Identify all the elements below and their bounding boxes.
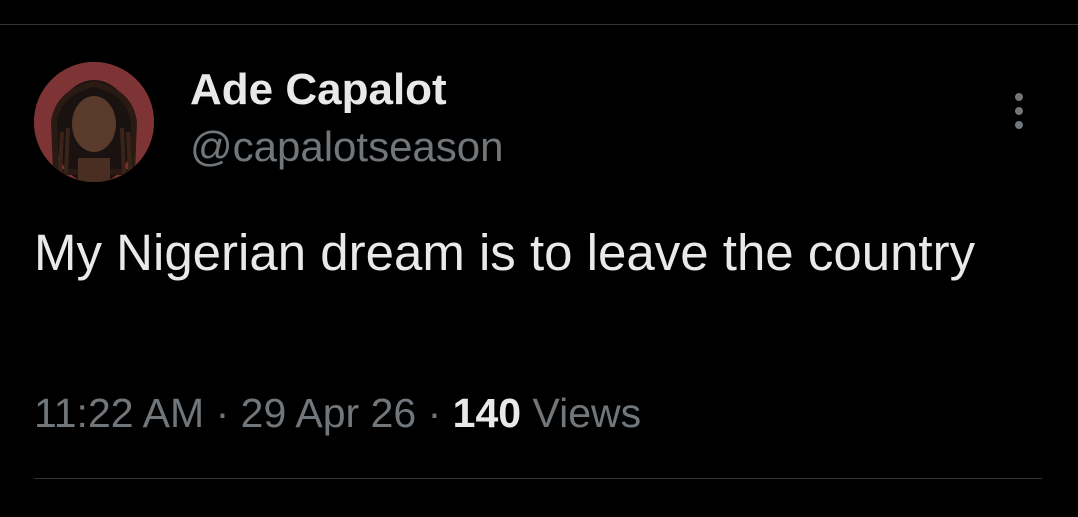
tweet-date[interactable]: 29 Apr 26 bbox=[241, 390, 417, 436]
top-divider bbox=[0, 24, 1078, 25]
tweet-text: My Nigerian dream is to leave the countr… bbox=[34, 224, 976, 281]
author-handle[interactable]: @capalotseason bbox=[190, 122, 504, 172]
vertical-ellipsis-icon bbox=[1015, 93, 1023, 101]
bottom-divider bbox=[34, 478, 1042, 479]
vertical-ellipsis-icon bbox=[1015, 107, 1023, 115]
tweet-time[interactable]: 11:22 AM bbox=[34, 390, 204, 436]
tweet-metadata: 11:22 AM · 29 Apr 26 · 140 Views bbox=[34, 386, 641, 440]
avatar[interactable] bbox=[34, 62, 154, 182]
separator-dot: · bbox=[427, 390, 442, 436]
author-display-name[interactable]: Ade Capalot bbox=[190, 64, 447, 116]
vertical-ellipsis-icon bbox=[1015, 121, 1023, 129]
more-options-button[interactable] bbox=[998, 88, 1040, 134]
views-label[interactable]: Views bbox=[532, 390, 641, 436]
profile-photo-icon bbox=[34, 62, 154, 182]
separator-dot: · bbox=[215, 390, 230, 436]
views-count[interactable]: 140 bbox=[453, 390, 521, 436]
